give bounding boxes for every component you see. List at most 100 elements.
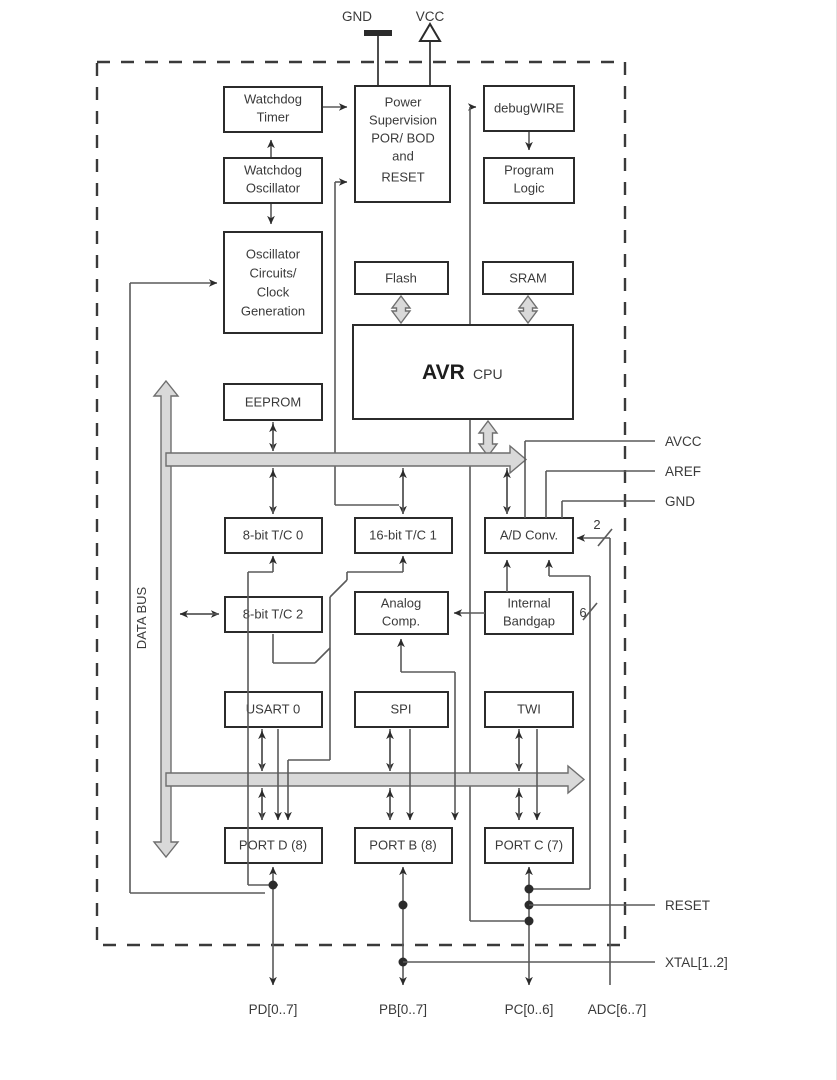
diagram-svg: GND VCC Watchdog Timer Watchdog Oscillat… (95, 9, 728, 1017)
pd-label: PD[0..7] (249, 1002, 298, 1017)
watchdog-timer-line1: Watchdog (244, 91, 302, 106)
port-c-label: PORT C (7) (495, 837, 563, 852)
debugwire-label: debugWIRE (494, 100, 564, 115)
block-program-logic[interactable]: Program Logic (483, 157, 575, 204)
pwr-line5: RESET (381, 169, 424, 184)
block-avr-cpu[interactable]: AVR CPU (352, 324, 574, 420)
tc2-label: 8-bit T/C 2 (243, 606, 303, 621)
pin-label-adc67: ADC[6..7] (588, 1002, 647, 1017)
vcc-top-label: VCC (416, 9, 445, 24)
block-flash[interactable]: Flash (354, 261, 449, 295)
block-tc2[interactable]: 8-bit T/C 2 (224, 596, 323, 633)
block-debugwire[interactable]: debugWIRE (483, 85, 575, 132)
adc-2bit-input: 2 (576, 517, 613, 960)
port-d-label: PORT D (8) (239, 837, 307, 852)
pwr-line4: and (392, 148, 414, 163)
port-b-label: PORT B (8) (369, 837, 436, 852)
xtal-label: XTAL[1..2] (665, 955, 728, 970)
pin-label-xtal: XTAL[1..2] (665, 955, 728, 970)
junction-dot (524, 884, 534, 894)
block-sram[interactable]: SRAM (482, 261, 574, 295)
tc1-label: 16-bit T/C 1 (369, 527, 437, 542)
ground-bar-icon (364, 30, 392, 36)
tc0-label: 8-bit T/C 0 (243, 527, 303, 542)
block-port-c[interactable]: PORT C (7) (484, 827, 574, 864)
spi-label: SPI (391, 701, 412, 716)
data-bus-label: DATA BUS (134, 586, 149, 649)
flash-cpu-bus-arrow (390, 294, 412, 325)
pc-label: PC[0..6] (505, 1002, 554, 1017)
acomp-line2: Comp. (382, 613, 420, 628)
watchdog-osc-line1: Watchdog (244, 162, 302, 177)
vcc-top-pin: VCC (416, 9, 445, 86)
block-internal-bandgap[interactable]: Internal Bandgap (484, 591, 574, 635)
pwr-line2: Supervision (369, 112, 437, 127)
adc67-label: ADC[6..7] (588, 1002, 647, 1017)
avr-cpu-small: CPU (473, 366, 503, 382)
adc-6bit-tag-group: 6 (579, 602, 598, 621)
block-twi[interactable]: TWI (484, 691, 574, 728)
pb-label: PB[0..7] (379, 1002, 427, 1017)
block-power-supervision[interactable]: Power Supervision POR/ BOD and RESET (354, 85, 451, 203)
block-diagram-canvas: GND VCC Watchdog Timer Watchdog Oscillat… (0, 0, 837, 1080)
proglogic-line2: Logic (513, 180, 545, 195)
twi-label: TWI (517, 701, 541, 716)
gnd-top-label: GND (342, 9, 372, 24)
block-tc0[interactable]: 8-bit T/C 0 (224, 517, 323, 554)
acomp-line1: Analog (381, 595, 421, 610)
block-adc[interactable]: A/D Conv. (484, 517, 574, 554)
proglogic-line1: Program (504, 162, 554, 177)
sram-cpu-bus-arrow (517, 294, 539, 325)
block-port-b[interactable]: PORT B (8) (354, 827, 453, 864)
pin-label-avcc: AVCC (665, 434, 702, 449)
osc-line1: Oscillator (246, 246, 301, 261)
pin-label-pb: PB[0..7] (379, 1002, 427, 1017)
pin-label-pd: PD[0..7] (249, 1002, 298, 1017)
horizontal-data-bus-lower (165, 764, 586, 795)
avcc-label: AVCC (665, 434, 702, 449)
block-tc1[interactable]: 16-bit T/C 1 (354, 517, 453, 554)
flash-label: Flash (385, 270, 417, 285)
avr-cpu-bold: AVR (422, 361, 465, 384)
wires-top (129, 103, 533, 912)
block-watchdog-oscillator[interactable]: Watchdog Oscillator (223, 157, 323, 204)
port-pin-stems (268, 866, 655, 986)
eeprom-label: EEPROM (245, 394, 301, 409)
block-watchdog-timer[interactable]: Watchdog Timer (223, 86, 323, 133)
usart0-label: USART 0 (246, 701, 300, 716)
adc-label: A/D Conv. (500, 527, 558, 542)
aref-label: AREF (665, 464, 701, 479)
pwr-line3: POR/ BOD (371, 130, 435, 145)
junction-dot (524, 916, 534, 926)
pin-label-aref: AREF (665, 464, 701, 479)
junction-dot (268, 880, 278, 890)
cpu-databus-arrow (477, 419, 499, 458)
pwr-line1: Power (385, 94, 423, 109)
reset-label: RESET (665, 898, 710, 913)
block-oscillator-circuits[interactable]: Oscillator Circuits/ Clock Generation (223, 231, 323, 334)
junction-dot (398, 900, 408, 910)
watchdog-osc-line2: Oscillator (246, 180, 301, 195)
pin-label-gnd-right: GND (665, 494, 695, 509)
osc-line2: Circuits/ (250, 265, 297, 280)
adc-6bit-tag: 6 (579, 605, 586, 620)
pin-label-pc: PC[0..6] (505, 1002, 554, 1017)
block-port-d[interactable]: PORT D (8) (224, 827, 323, 864)
sram-label: SRAM (509, 270, 547, 285)
supply-triangle-icon (418, 22, 442, 42)
gnd-right-label: GND (665, 494, 695, 509)
block-eeprom[interactable]: EEPROM (223, 383, 323, 421)
block-usart0[interactable]: USART 0 (224, 691, 323, 728)
adc-2bit-tag: 2 (593, 517, 600, 532)
pin-label-reset: RESET (665, 898, 710, 913)
bandgap-line2: Bandgap (503, 613, 555, 628)
watchdog-timer-line2: Timer (257, 109, 290, 124)
bandgap-line1: Internal (507, 595, 550, 610)
block-analog-comp[interactable]: Analog Comp. (354, 591, 449, 635)
osc-line3: Clock (257, 284, 290, 299)
gnd-top-pin: GND (342, 9, 392, 86)
wires-bus-to-periph (269, 468, 511, 515)
wires-right-pins (524, 440, 655, 518)
horizontal-data-bus-upper (165, 444, 528, 475)
block-spi[interactable]: SPI (354, 691, 449, 728)
